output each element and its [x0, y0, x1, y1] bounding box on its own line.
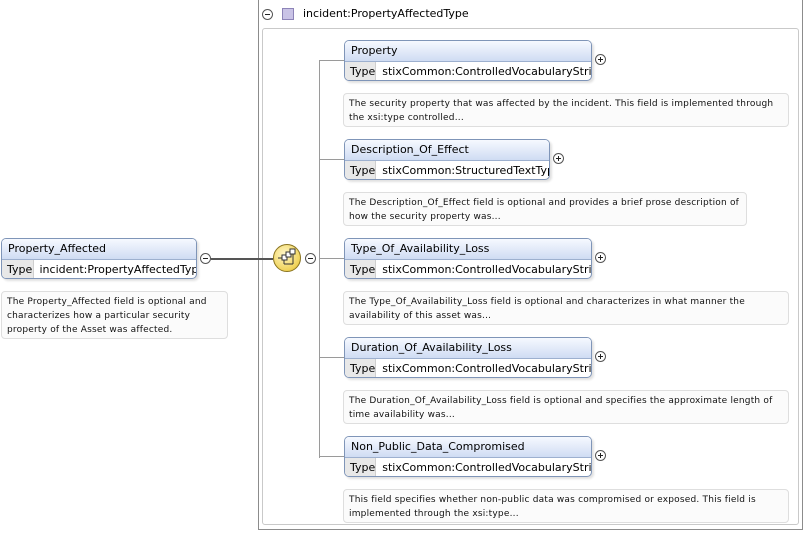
element-type-row: Type stixCommon:ControlledVocabularyStri…: [345, 359, 591, 377]
branch-line: [319, 456, 345, 457]
element-box-non-public-data-compromised[interactable]: Non_Public_Data_Compromised Type stixCom…: [344, 436, 592, 477]
element-type-row: Type stixCommon:ControlledVocabularyStri…: [345, 260, 591, 278]
element-type-label: Type: [345, 260, 377, 278]
element-documentation: This field specifies whether non-public …: [343, 489, 789, 523]
complex-type-icon: [282, 8, 294, 20]
element-type-value: stixCommon:StructuredTextType: [382, 164, 549, 177]
element-documentation: The Type_Of_Availability_Loss field is o…: [343, 291, 789, 325]
element-name: Description_Of_Effect: [345, 140, 549, 161]
element-type-row: Type stixCommon:StructuredTextType: [345, 161, 549, 179]
complex-type-title: incident:PropertyAffectedType: [303, 7, 469, 20]
root-type-row: Type incident:PropertyAffectedType: [2, 260, 197, 278]
element-name: Type_Of_Availability_Loss: [345, 239, 591, 260]
element-type-row: Type stixCommon:ControlledVocabularyStri…: [345, 458, 591, 476]
sequence-trunk-line: [319, 60, 320, 458]
element-documentation: The Duration_Of_Availability_Loss field …: [343, 390, 789, 424]
element-box-type-of-availability-loss[interactable]: Type_Of_Availability_Loss Type stixCommo…: [344, 238, 592, 279]
element-type-value: stixCommon:ControlledVocabularyStrin ...: [382, 461, 591, 474]
sequence-collapse-icon[interactable]: [305, 253, 316, 264]
root-type-label: Type: [2, 260, 34, 278]
element-type-label: Type: [345, 458, 377, 476]
expand-icon[interactable]: [595, 54, 606, 65]
branch-line: [319, 159, 345, 160]
branch-line: [319, 357, 345, 358]
element-documentation: The Description_Of_Effect field is optio…: [343, 192, 747, 226]
collapse-icon[interactable]: [262, 9, 273, 20]
branch-line: [319, 258, 345, 259]
element-name: Duration_Of_Availability_Loss: [345, 338, 591, 359]
expand-icon[interactable]: [595, 450, 606, 461]
element-type-row: Type stixCommon:ControlledVocabularyStri…: [345, 62, 591, 80]
root-documentation: The Property_Affected field is optional …: [1, 291, 228, 339]
element-type-label: Type: [345, 62, 377, 80]
element-documentation: The security property that was affected …: [343, 93, 789, 127]
root-collapse-icon[interactable]: [200, 253, 211, 264]
element-name: Property: [345, 41, 591, 62]
element-box-property[interactable]: Property Type stixCommon:ControlledVocab…: [344, 40, 592, 81]
element-box-description-of-effect[interactable]: Description_Of_Effect Type stixCommon:St…: [344, 139, 550, 180]
root-element-box[interactable]: Property_Affected Type incident:Property…: [1, 238, 197, 279]
root-type-value: incident:PropertyAffectedType: [39, 263, 197, 276]
element-type-value: stixCommon:ControlledVocabularyStrin ...: [382, 65, 591, 78]
sequence-compositor-icon[interactable]: [273, 244, 301, 272]
element-box-duration-of-availability-loss[interactable]: Duration_Of_Availability_Loss Type stixC…: [344, 337, 592, 378]
root-connector: [211, 258, 273, 260]
element-type-value: stixCommon:ControlledVocabularyStrin ...: [382, 362, 591, 375]
expand-icon[interactable]: [553, 153, 564, 164]
root-element-name: Property_Affected: [2, 239, 196, 260]
element-type-label: Type: [345, 161, 377, 179]
element-type-value: stixCommon:ControlledVocabularyStrin ...: [382, 263, 591, 276]
expand-icon[interactable]: [595, 351, 606, 362]
element-name: Non_Public_Data_Compromised: [345, 437, 591, 458]
branch-line: [319, 60, 345, 61]
expand-icon[interactable]: [595, 252, 606, 263]
element-type-label: Type: [345, 359, 377, 377]
